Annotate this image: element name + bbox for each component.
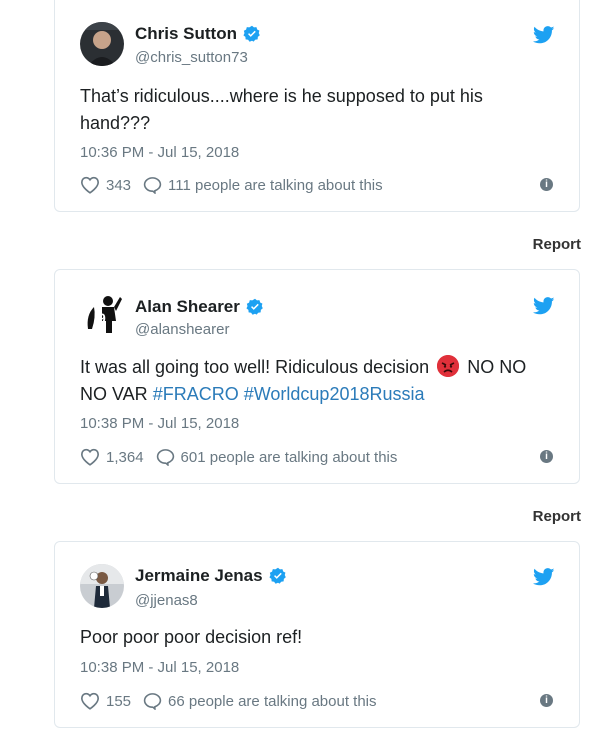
like-count[interactable]: 155 (106, 693, 131, 710)
heart-icon[interactable] (80, 176, 100, 194)
tweet-actions: 1,364 601 people are talking about this (80, 448, 397, 466)
twitter-bird-icon[interactable] (533, 26, 555, 44)
talking-count[interactable]: 111 people are talking about this (168, 177, 383, 194)
report-link[interactable]: Report (533, 508, 581, 525)
reply-bubble-icon[interactable] (143, 692, 162, 710)
display-name[interactable]: Chris Sutton (135, 24, 261, 44)
tweet-card-alan-shearer[interactable]: 9 Alan Shearer @alanshearer It was all g… (54, 269, 580, 484)
tweet-text: That’s ridiculous....where is he suppose… (80, 86, 483, 133)
avatar[interactable]: 9 (80, 293, 124, 337)
user-handle[interactable]: @jjenas8 (135, 592, 198, 609)
avatar[interactable] (80, 564, 124, 608)
info-icon[interactable]: i (540, 694, 553, 707)
verified-badge-icon (269, 567, 286, 584)
tweet-timestamp[interactable]: 10:38 PM - Jul 15, 2018 (80, 415, 239, 432)
display-name[interactable]: Alan Shearer (135, 297, 264, 317)
like-count[interactable]: 1,364 (106, 449, 144, 466)
heart-icon[interactable] (80, 448, 100, 466)
tweet-timestamp[interactable]: 10:36 PM - Jul 15, 2018 (80, 144, 239, 161)
tweet-actions: 343 111 people are talking about this (80, 176, 383, 194)
user-handle[interactable]: @chris_sutton73 (135, 49, 248, 66)
info-icon[interactable]: i (540, 178, 553, 191)
like-count[interactable]: 343 (106, 177, 131, 194)
verified-badge-icon (246, 298, 263, 315)
hashtag-link[interactable]: #FRACRO (153, 384, 239, 404)
talking-count[interactable]: 66 people are talking about this (168, 693, 376, 710)
display-name[interactable]: Jermaine Jenas (135, 566, 287, 586)
reply-bubble-icon[interactable] (156, 448, 175, 466)
avatar[interactable] (80, 22, 124, 66)
twitter-bird-icon[interactable] (533, 568, 555, 586)
tweet-card-chris-sutton[interactable]: Chris Sutton @chris_sutton73 That’s ridi… (54, 0, 580, 212)
tweet-text: Poor poor poor decision ref! (80, 627, 303, 647)
svg-text:9: 9 (98, 310, 106, 326)
angry-face-icon (437, 355, 460, 377)
reply-bubble-icon[interactable] (143, 176, 162, 194)
tweet-text: It was all going too well! Ridiculous de… (80, 355, 527, 404)
user-handle[interactable]: @alanshearer (135, 321, 229, 338)
tweet-actions: 155 66 people are talking about this (80, 692, 377, 710)
info-icon[interactable]: i (540, 450, 553, 463)
verified-badge-icon (243, 25, 260, 42)
tweet-timestamp[interactable]: 10:38 PM - Jul 15, 2018 (80, 659, 239, 676)
talking-count[interactable]: 601 people are talking about this (181, 449, 398, 466)
report-link[interactable]: Report (533, 236, 581, 253)
hashtag-link[interactable]: #Worldcup2018Russia (244, 384, 425, 404)
tweet-card-jermaine-jenas[interactable]: Jermaine Jenas @jjenas8 Poor poor poor d… (54, 541, 580, 728)
heart-icon[interactable] (80, 692, 100, 710)
twitter-bird-icon[interactable] (533, 297, 555, 315)
